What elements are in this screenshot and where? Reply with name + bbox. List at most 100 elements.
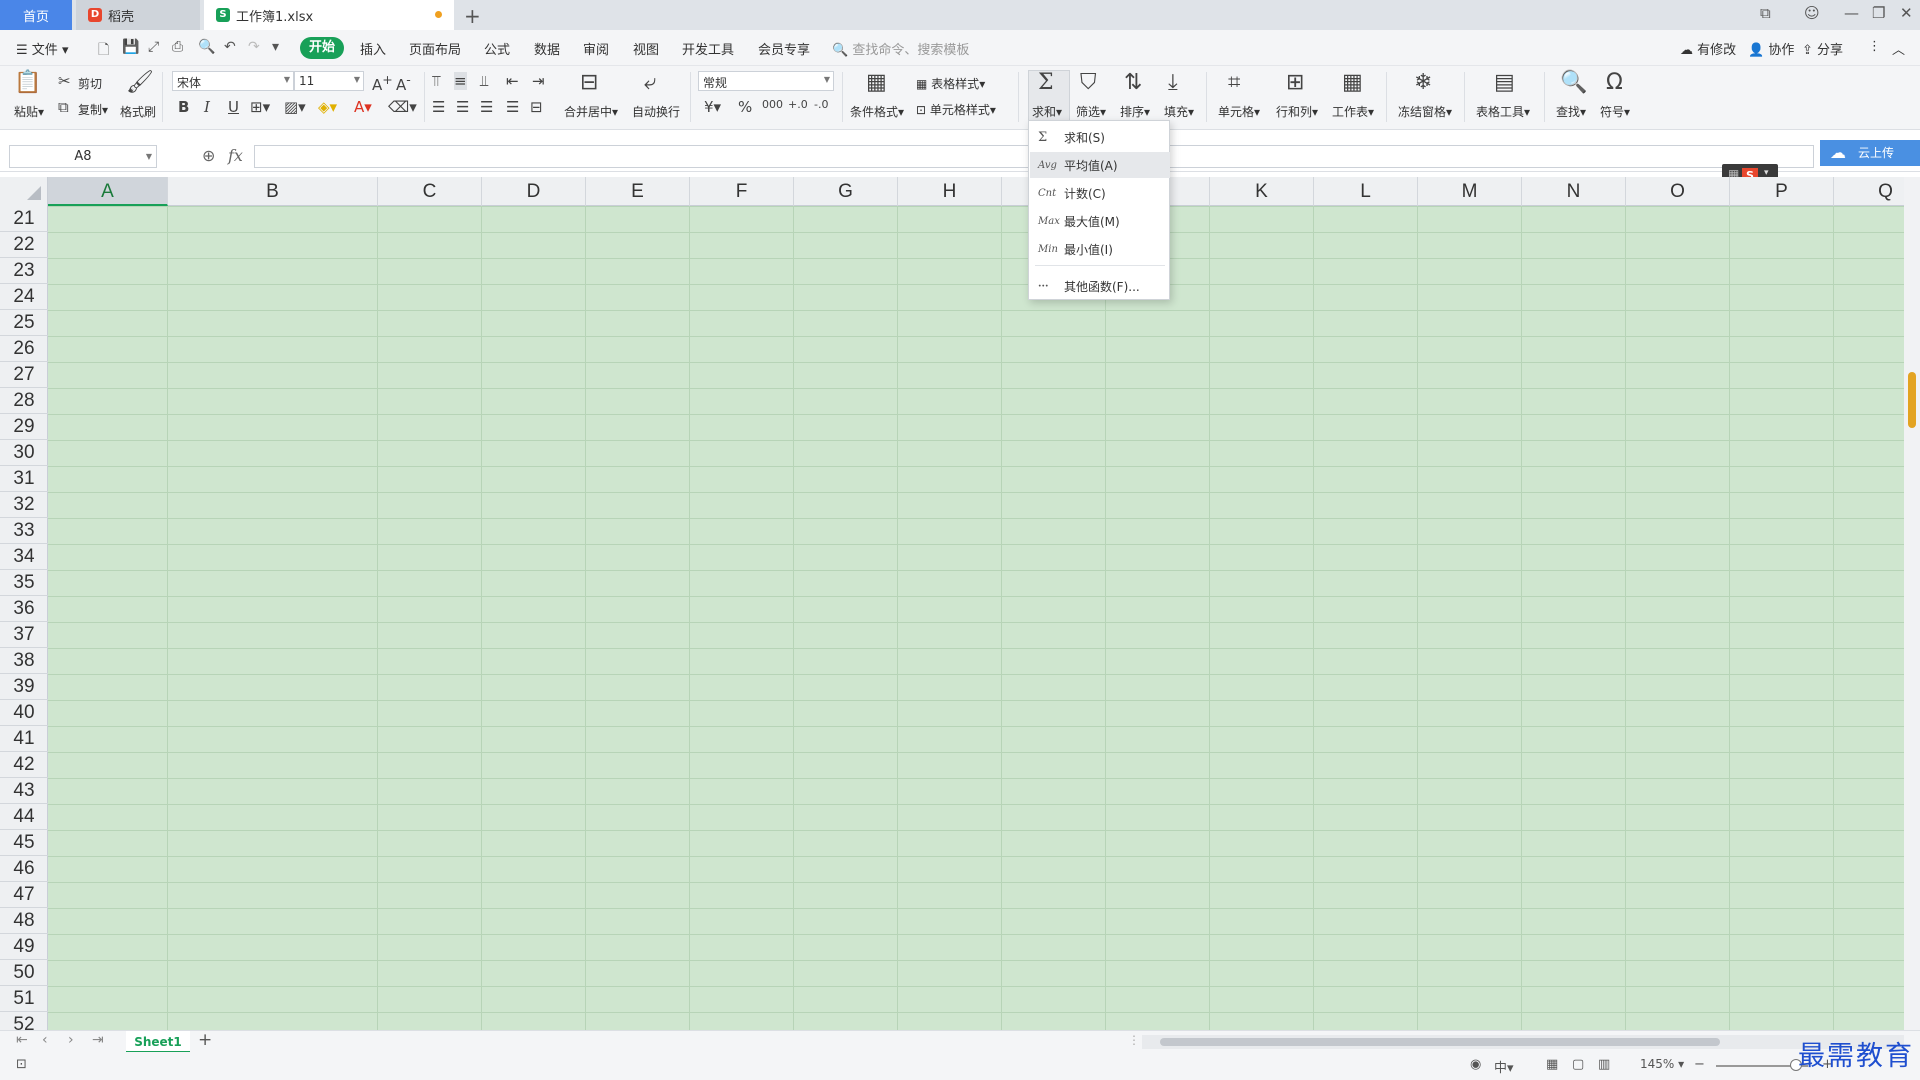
menu-item-max[interactable]: Max 最大值(M): [1030, 208, 1170, 234]
sort-icon[interactable]: ⇅: [1124, 70, 1142, 95]
avatar[interactable]: ☺: [1804, 4, 1820, 22]
normal-view-icon[interactable]: ▦: [1546, 1057, 1558, 1072]
fill-icon[interactable]: ⤓: [1168, 70, 1178, 95]
increase-indent-icon[interactable]: ⇥: [532, 72, 545, 90]
copy-button[interactable]: 复制▾: [78, 101, 108, 118]
macro-record-icon[interactable]: ⊡: [16, 1057, 27, 1072]
select-all-corner[interactable]: [0, 177, 48, 206]
align-center-icon[interactable]: ☰: [456, 98, 469, 116]
row-header-24[interactable]: 24: [0, 284, 48, 310]
cell-style-button[interactable]: ⊡ 单元格样式▾: [916, 101, 996, 118]
align-left-icon[interactable]: ☰: [432, 98, 445, 116]
menu-developer[interactable]: 开发工具: [682, 39, 734, 58]
percent-icon[interactable]: %: [738, 98, 752, 116]
save-icon[interactable]: 💾: [122, 39, 139, 55]
modified-button[interactable]: ☁ 有修改: [1680, 39, 1736, 58]
close-icon[interactable]: ✕: [1900, 4, 1913, 22]
wrap-text-button[interactable]: 自动换行: [632, 103, 680, 120]
table-style-button[interactable]: ▦ 表格样式▾: [916, 75, 985, 92]
row-header-41[interactable]: 41: [0, 726, 48, 752]
new-doc-icon[interactable]: 🗋: [98, 39, 109, 63]
menu-item-count[interactable]: Cnt 计数(C): [1030, 180, 1170, 206]
row-header-31[interactable]: 31: [0, 466, 48, 492]
vertical-scroll-thumb[interactable]: [1908, 372, 1916, 428]
row-header-26[interactable]: 26: [0, 336, 48, 362]
row-header-44[interactable]: 44: [0, 804, 48, 830]
menu-item-sum[interactable]: Σ 求和(S): [1030, 124, 1170, 150]
row-header-49[interactable]: 49: [0, 934, 48, 960]
page-break-view-icon[interactable]: ▥: [1598, 1057, 1610, 1072]
spreadsheet-grid[interactable]: ABCDEFGHIJKLMNOPQ 2122232425262728293031…: [0, 177, 1904, 1030]
row-header-46[interactable]: 46: [0, 856, 48, 882]
column-header-d[interactable]: D: [482, 177, 586, 206]
row-header-42[interactable]: 42: [0, 752, 48, 778]
row-header-43[interactable]: 43: [0, 778, 48, 804]
row-header-45[interactable]: 45: [0, 830, 48, 856]
customize-icon[interactable]: ▾: [272, 39, 279, 55]
row-header-39[interactable]: 39: [0, 674, 48, 700]
share-button[interactable]: ⇪ 分享: [1802, 39, 1843, 58]
menu-start[interactable]: 开始: [300, 37, 344, 59]
column-header-l[interactable]: L: [1314, 177, 1418, 206]
column-header-h[interactable]: H: [898, 177, 1002, 206]
copy-icon[interactable]: ⧉: [58, 98, 69, 116]
cell-fill-icon[interactable]: ▨▾: [284, 98, 306, 116]
last-sheet-icon[interactable]: ⇥: [92, 1032, 104, 1048]
column-header-b[interactable]: B: [168, 177, 378, 206]
menu-page-layout[interactable]: 页面布局: [409, 39, 461, 58]
menu-review[interactable]: 审阅: [583, 39, 609, 58]
zoom-out-icon[interactable]: −: [1694, 1057, 1705, 1072]
undo-icon[interactable]: ↶: [224, 39, 236, 55]
minimize-icon[interactable]: —: [1844, 4, 1859, 22]
menu-insert[interactable]: 插入: [360, 39, 386, 58]
row-header-21[interactable]: 21: [0, 206, 48, 232]
row-header-51[interactable]: 51: [0, 986, 48, 1012]
restore-icon[interactable]: ❐: [1872, 4, 1885, 22]
more-icon[interactable]: ⋮: [1868, 39, 1881, 54]
wrap-text-icon[interactable]: ⤶: [644, 70, 656, 95]
tab-docer[interactable]: D 稻壳: [76, 0, 200, 30]
next-sheet-icon[interactable]: ›: [68, 1032, 74, 1048]
menu-formulas[interactable]: 公式: [484, 39, 510, 58]
add-sheet-button[interactable]: +: [198, 1030, 212, 1050]
cut-icon[interactable]: ✂: [58, 72, 71, 90]
table-tools-icon[interactable]: ▤: [1494, 70, 1515, 95]
row-header-27[interactable]: 27: [0, 362, 48, 388]
thousands-icon[interactable]: 000: [762, 98, 783, 111]
increase-font-icon[interactable]: A+: [372, 72, 393, 94]
menu-view[interactable]: 视图: [633, 39, 659, 58]
fill-button[interactable]: 填充▾: [1164, 103, 1194, 120]
row-header-38[interactable]: 38: [0, 648, 48, 674]
column-header-k[interactable]: K: [1210, 177, 1314, 206]
cloud-upload-button[interactable]: ☁ 云上传: [1820, 140, 1920, 166]
column-header-o[interactable]: O: [1626, 177, 1730, 206]
menu-data[interactable]: 数据: [534, 39, 560, 58]
distributed-icon[interactable]: ⊟: [530, 98, 543, 116]
symbol-icon[interactable]: Ω: [1606, 70, 1623, 95]
redo-icon[interactable]: ↷: [248, 39, 260, 55]
bold-icon[interactable]: B: [178, 98, 189, 116]
row-header-35[interactable]: 35: [0, 570, 48, 596]
row-header-50[interactable]: 50: [0, 960, 48, 986]
row-header-52[interactable]: 52: [0, 1012, 48, 1030]
column-header-m[interactable]: M: [1418, 177, 1522, 206]
merge-center-icon[interactable]: ⊟: [580, 70, 598, 95]
collapse-ribbon-icon[interactable]: ︿: [1892, 39, 1905, 58]
font-size-select[interactable]: 11 ▼: [294, 71, 364, 91]
clear-format-icon[interactable]: ⌫▾: [388, 98, 417, 116]
cell-icon[interactable]: ⌗: [1228, 70, 1240, 95]
conditional-format-icon[interactable]: ▦: [866, 70, 887, 95]
align-top-icon[interactable]: ⫪: [432, 72, 440, 90]
column-header-g[interactable]: G: [794, 177, 898, 206]
decrease-font-icon[interactable]: A-: [396, 72, 411, 94]
row-header-28[interactable]: 28: [0, 388, 48, 414]
sum-button[interactable]: 求和▾: [1032, 103, 1062, 120]
justify-icon[interactable]: ☰: [506, 98, 519, 116]
menu-item-min[interactable]: Min 最小值(I): [1030, 236, 1170, 262]
collaborate-button[interactable]: 👤 协作: [1748, 39, 1794, 58]
row-header-23[interactable]: 23: [0, 258, 48, 284]
cut-button[interactable]: 剪切: [78, 75, 102, 92]
format-painter-button[interactable]: 格式刷: [120, 103, 156, 120]
italic-icon[interactable]: I: [204, 98, 210, 116]
currency-icon[interactable]: ¥▾: [704, 98, 721, 116]
